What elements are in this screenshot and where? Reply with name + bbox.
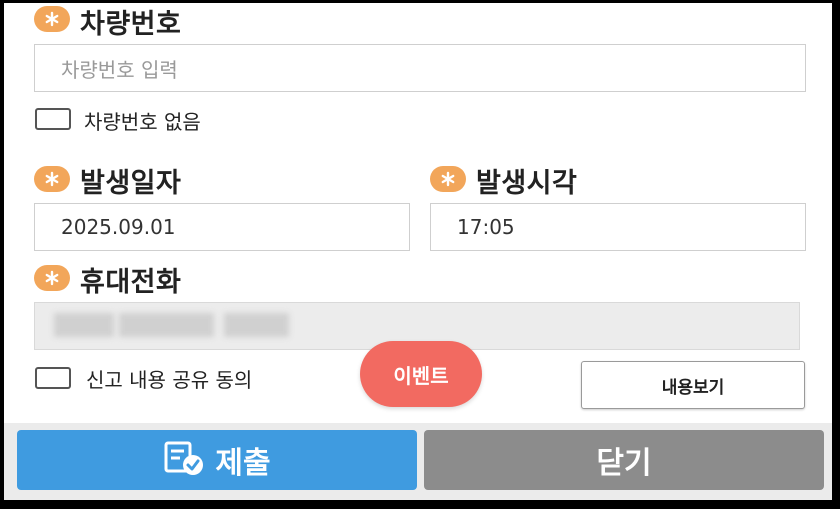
- submit-button[interactable]: 제출: [17, 430, 417, 490]
- occurrence-time-field[interactable]: 17:05: [430, 203, 806, 251]
- required-asterisk-icon: [34, 6, 70, 32]
- vehicle-number-label: 차량번호: [80, 9, 182, 40]
- required-asterisk-icon: [430, 166, 466, 192]
- mobile-phone-label: 휴대전화: [80, 267, 182, 298]
- view-content-button[interactable]: 내용보기: [581, 361, 805, 409]
- submit-label: 제출: [215, 446, 271, 481]
- redacted-phone-segment: [119, 313, 214, 337]
- document-check-icon: [163, 440, 205, 480]
- no-vehicle-number-label: 차량번호 없음: [84, 110, 201, 134]
- event-badge[interactable]: 이벤트: [360, 341, 482, 407]
- consent-label: 신고 내용 공유 동의: [86, 368, 253, 392]
- report-form: 차량번호 차량번호 입력 차량번호 없음 발생일자 2025.09.01 발생시…: [4, 3, 832, 500]
- no-vehicle-number-checkbox[interactable]: [35, 108, 71, 130]
- consent-checkbox[interactable]: [35, 367, 71, 389]
- required-asterisk-icon: [34, 265, 70, 291]
- redacted-phone-segment: [224, 313, 289, 337]
- close-button[interactable]: 닫기: [424, 430, 824, 490]
- occurrence-time-label: 발생시각: [476, 168, 578, 199]
- vehicle-number-input[interactable]: 차량번호 입력: [34, 44, 806, 92]
- occurrence-date-label: 발생일자: [80, 168, 182, 199]
- occurrence-date-field[interactable]: 2025.09.01: [34, 203, 410, 251]
- required-asterisk-icon: [34, 166, 70, 192]
- redacted-phone-segment: [54, 313, 114, 337]
